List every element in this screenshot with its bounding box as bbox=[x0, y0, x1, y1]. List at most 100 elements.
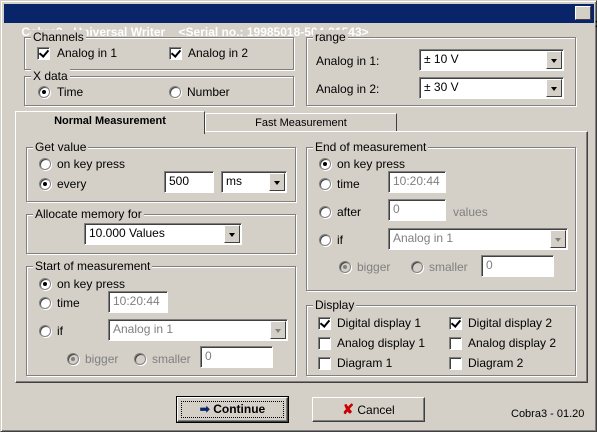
tab-fast-measurement[interactable]: Fast Measurement bbox=[205, 113, 397, 132]
range-group: range Analog in 1: ± 10 V Analog in 2: ±… bbox=[306, 30, 576, 106]
display-group-title: Display bbox=[313, 298, 357, 312]
start-if-radio[interactable] bbox=[39, 325, 51, 337]
xdata-number-radio[interactable] bbox=[169, 86, 181, 98]
range-group-title: range bbox=[313, 30, 348, 44]
interval-unit-select[interactable]: ms bbox=[221, 171, 287, 193]
diagram-2-checkbox[interactable] bbox=[449, 357, 462, 370]
tab-normal-measurement[interactable]: Normal Measurement bbox=[15, 111, 205, 134]
digital-display-1-label: Digital display 1 bbox=[337, 316, 422, 330]
get-value-group: Get value on key press every 500 ms bbox=[26, 140, 296, 202]
start-smaller-radio[interactable] bbox=[134, 353, 146, 365]
xdata-number-label: Number bbox=[187, 85, 230, 99]
end-threshold-input[interactable]: 0 bbox=[481, 255, 554, 277]
chevron-down-icon[interactable] bbox=[546, 51, 562, 69]
channels-group: Channels Analog in 1 Analog in 2 bbox=[24, 30, 294, 70]
end-values-unit: values bbox=[453, 205, 488, 219]
end-key-press-label: on key press bbox=[337, 157, 406, 171]
start-time-value: 10:20:44 bbox=[113, 294, 160, 308]
analog-display-2-checkbox[interactable] bbox=[449, 337, 462, 350]
close-button[interactable]: ✕ bbox=[575, 6, 597, 31]
xdata-time-radio[interactable] bbox=[38, 86, 50, 98]
xdata-group: X data Time Number bbox=[24, 69, 294, 106]
channels-group-title: Channels bbox=[31, 30, 86, 44]
end-smaller-label: smaller bbox=[429, 260, 468, 274]
allocate-memory-select[interactable]: 10.000 Values bbox=[84, 223, 242, 245]
start-threshold-value: 0 bbox=[205, 349, 212, 363]
get-value-every-radio[interactable] bbox=[39, 178, 51, 190]
end-time-radio[interactable] bbox=[319, 178, 331, 190]
allocate-memory-group: Allocate memory for 10.000 Values bbox=[26, 207, 296, 254]
chevron-down-icon[interactable] bbox=[546, 79, 562, 97]
chevron-down-icon[interactable] bbox=[270, 321, 286, 339]
start-key-press-radio[interactable] bbox=[39, 278, 51, 290]
range-analog-2-select[interactable]: ± 30 V bbox=[419, 77, 564, 99]
chevron-down-icon[interactable] bbox=[224, 225, 240, 243]
tab-normal-measurement-label: Normal Measurement bbox=[54, 115, 166, 127]
end-time-value: 10:20:44 bbox=[393, 174, 440, 188]
interval-input[interactable]: 500 bbox=[164, 171, 214, 193]
tab-fast-measurement-label: Fast Measurement bbox=[255, 117, 347, 129]
end-time-label: time bbox=[337, 177, 360, 191]
analog-display-1-label: Analog display 1 bbox=[337, 336, 426, 350]
start-time-radio[interactable] bbox=[39, 297, 51, 309]
range-analog-2-value: ± 30 V bbox=[424, 80, 459, 94]
end-key-press-radio[interactable] bbox=[319, 158, 331, 170]
start-threshold-input[interactable]: 0 bbox=[200, 346, 273, 368]
end-measurement-group: End of measurement on key press time 10:… bbox=[306, 140, 576, 291]
end-after-radio[interactable] bbox=[319, 206, 331, 218]
range-analog-1-select[interactable]: ± 10 V bbox=[419, 49, 564, 71]
range-analog-2-label: Analog in 2: bbox=[316, 82, 380, 96]
start-measurement-group-title: Start of measurement bbox=[33, 259, 153, 273]
end-if-radio[interactable] bbox=[319, 234, 331, 246]
start-if-select[interactable]: Analog in 1 bbox=[108, 319, 288, 341]
end-if-value: Analog in 1 bbox=[393, 231, 454, 245]
diagram-2-label: Diagram 2 bbox=[468, 356, 524, 370]
end-after-value: 0 bbox=[393, 202, 400, 216]
cancel-label: Cancel bbox=[357, 403, 395, 417]
cancel-x-icon: ✘ bbox=[342, 401, 355, 417]
start-measurement-group: Start of measurement on key press time 1… bbox=[26, 259, 296, 376]
end-time-input[interactable]: 10:20:44 bbox=[388, 171, 446, 193]
analog-in-2-label: Analog in 2 bbox=[188, 46, 249, 60]
range-analog-1-label: Analog in 1: bbox=[316, 54, 380, 68]
chevron-down-icon[interactable] bbox=[550, 230, 566, 248]
diagram-1-checkbox[interactable] bbox=[318, 357, 331, 370]
digital-display-2-checkbox[interactable] bbox=[449, 317, 462, 330]
end-bigger-radio[interactable] bbox=[339, 261, 351, 273]
dialog-window: Cobra3 - Universal Writer <Serial no.: 1… bbox=[0, 0, 597, 432]
start-smaller-label: smaller bbox=[152, 352, 191, 366]
cancel-button[interactable]: ✘ Cancel bbox=[312, 397, 425, 422]
end-if-select[interactable]: Analog in 1 bbox=[388, 228, 568, 250]
xdata-group-title: X data bbox=[31, 69, 70, 83]
chevron-down-icon[interactable] bbox=[269, 173, 285, 191]
analog-display-2-label: Analog display 2 bbox=[468, 336, 557, 350]
title-bar: Cobra3 - Universal Writer <Serial no.: 1… bbox=[4, 4, 597, 39]
analog-display-1-checkbox[interactable] bbox=[318, 337, 331, 350]
start-time-label: time bbox=[57, 296, 80, 310]
end-measurement-group-title: End of measurement bbox=[313, 140, 429, 154]
display-group: Display Digital display 1 Digital displa… bbox=[306, 298, 576, 376]
end-bigger-label: bigger bbox=[357, 260, 391, 274]
get-value-key-press-radio[interactable] bbox=[39, 158, 51, 170]
digital-display-1-checkbox[interactable] bbox=[318, 317, 331, 330]
start-bigger-label: bigger bbox=[85, 352, 119, 366]
get-value-every-label: every bbox=[57, 177, 87, 191]
end-if-label: if bbox=[337, 233, 343, 247]
start-if-label: if bbox=[57, 324, 63, 338]
analog-in-2-checkbox[interactable] bbox=[169, 47, 182, 60]
start-bigger-radio[interactable] bbox=[67, 353, 79, 365]
end-after-label: after bbox=[337, 205, 362, 219]
continue-button[interactable]: ➡ Continue bbox=[176, 396, 289, 423]
xdata-time-label: Time bbox=[57, 85, 84, 99]
allocate-memory-group-title: Allocate memory for bbox=[33, 207, 144, 221]
diagram-1-label: Diagram 1 bbox=[337, 356, 393, 370]
range-analog-1-value: ± 10 V bbox=[424, 52, 459, 66]
start-key-press-label: on key press bbox=[57, 277, 126, 291]
get-value-key-press-label: on key press bbox=[57, 157, 126, 171]
start-time-input[interactable]: 10:20:44 bbox=[108, 291, 168, 313]
digital-display-2-label: Digital display 2 bbox=[468, 316, 553, 330]
end-smaller-radio[interactable] bbox=[411, 261, 423, 273]
analog-in-1-checkbox[interactable] bbox=[37, 47, 50, 60]
start-if-value: Analog in 1 bbox=[113, 322, 174, 336]
end-after-input[interactable]: 0 bbox=[388, 199, 446, 221]
